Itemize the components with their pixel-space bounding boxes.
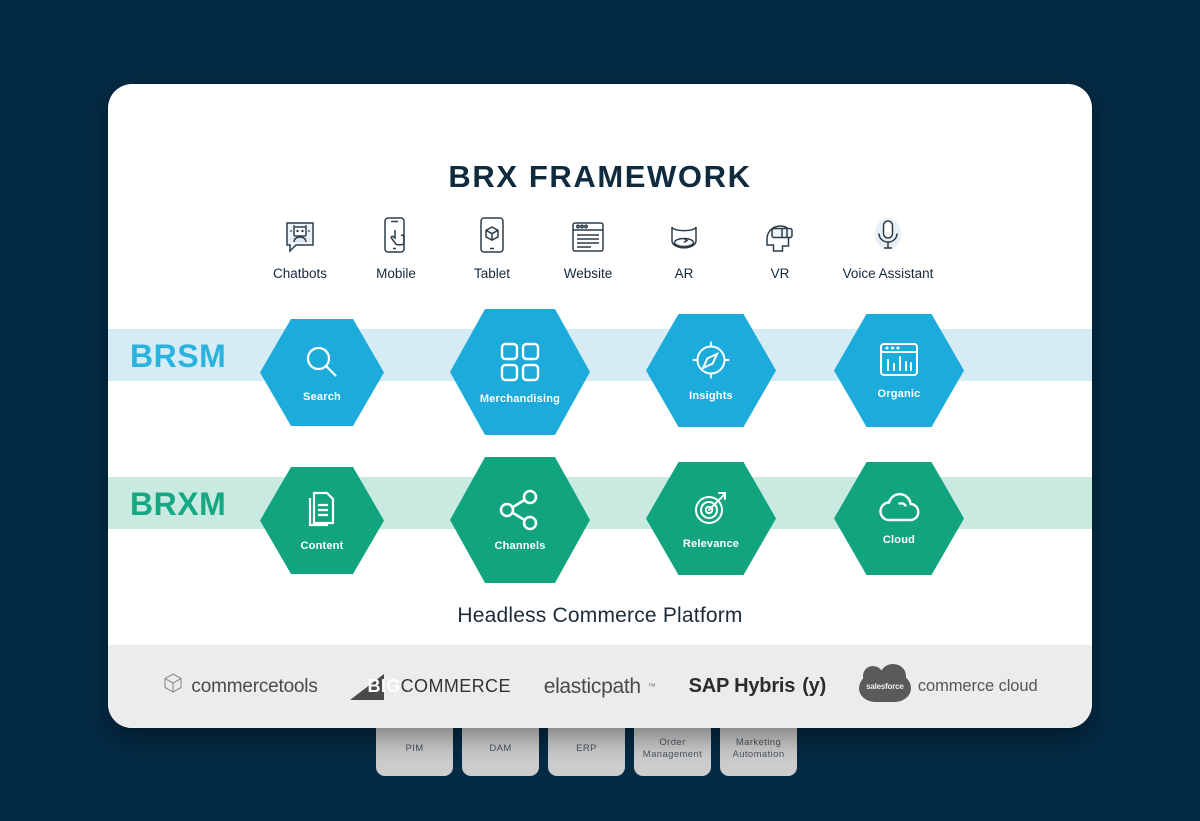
- microphone-icon: [871, 212, 905, 256]
- hex-channels[interactable]: Channels: [450, 457, 590, 583]
- channel-label: VR: [770, 266, 790, 281]
- partner-commercetools[interactable]: commercetools: [162, 672, 318, 701]
- magnifier-icon: [302, 342, 342, 387]
- grid-squares-icon: [498, 340, 542, 389]
- bottom-system-label: DAM: [489, 743, 512, 755]
- bottom-system-label: PIM: [405, 743, 424, 755]
- partner-bigcommerce[interactable]: BIGCOMMERCE: [350, 673, 510, 700]
- hex-label: Merchandising: [479, 392, 561, 405]
- share-nodes-icon: [498, 489, 542, 536]
- partner-label: SAP Hybris: [688, 675, 796, 697]
- hex-label: Insights: [689, 390, 733, 402]
- channel-item-chatbots[interactable]: Chatbots: [252, 212, 348, 281]
- partner-label: elasticpath: [543, 674, 641, 698]
- cube-outline-icon: [162, 672, 184, 701]
- compass-icon: [690, 339, 732, 386]
- channel-label: Tablet: [473, 266, 511, 281]
- channel-item-ar[interactable]: AR: [636, 212, 732, 281]
- partner-badge: salesforce: [866, 682, 904, 691]
- channel-item-voice-assistant[interactable]: Voice Assistant: [828, 212, 948, 281]
- partner-sap-hybris[interactable]: SAP Hybris (y): [688, 675, 827, 698]
- framework-card: BRX FRAMEWORK Chatbots Mobile Tablet Web…: [108, 84, 1092, 728]
- mobile-phone-tap-icon: [381, 212, 411, 256]
- hex-label: Search: [303, 391, 341, 403]
- documents-icon: [303, 489, 341, 536]
- channel-label: Voice Assistant: [842, 266, 934, 281]
- bottom-system-box[interactable]: Marketing Automation: [720, 722, 797, 776]
- partner-suffix: (y): [802, 675, 827, 697]
- trademark-mark: ™: [647, 682, 656, 691]
- tablet-cube-icon: [477, 212, 507, 256]
- hex-merchandising[interactable]: Merchandising: [450, 309, 590, 435]
- bottom-system-box[interactable]: PIM: [376, 722, 453, 776]
- partner-salesforce-commerce-cloud[interactable]: salesforce commerce cloud: [858, 663, 1038, 702]
- partner-label: commercetools: [191, 675, 318, 697]
- hex-label: Channels: [494, 539, 546, 552]
- partner-suffix: COMMERCE: [400, 676, 511, 696]
- channel-item-mobile[interactable]: Mobile: [348, 212, 444, 281]
- brxm-hex-row: Content Channels Relevance Cloud: [108, 453, 1092, 583]
- partner-logo-strip: commercetools BIGCOMMERCE elasticpath ™ …: [108, 645, 1092, 728]
- bottom-system-label: Marketing Automation: [732, 737, 785, 760]
- hex-content[interactable]: Content: [260, 467, 384, 574]
- hex-relevance[interactable]: Relevance: [646, 462, 776, 575]
- chatbot-icon: [283, 212, 317, 256]
- bottom-system-label: Order Management: [642, 737, 703, 760]
- browser-window-icon: [570, 212, 606, 256]
- partner-elasticpath[interactable]: elasticpath ™: [544, 675, 656, 699]
- target-arrow-icon: [690, 487, 732, 534]
- hex-organic[interactable]: Organic: [834, 314, 964, 427]
- augmented-reality-icon: [665, 212, 703, 256]
- channel-item-website[interactable]: Website: [540, 212, 636, 281]
- bottom-system-box[interactable]: Order Management: [634, 722, 711, 776]
- bar-chart-window-icon: [878, 341, 920, 384]
- brsm-hex-row: Search Merchandising Insights Organic: [108, 305, 1092, 435]
- hex-label: Relevance: [682, 538, 740, 550]
- bottom-system-box[interactable]: ERP: [548, 722, 625, 776]
- hex-label: Organic: [877, 388, 921, 400]
- bottom-system-box[interactable]: DAM: [462, 722, 539, 776]
- hex-label: Cloud: [882, 534, 916, 546]
- platform-subtitle: Headless Commerce Platform: [457, 604, 743, 627]
- channel-label: Mobile: [376, 266, 416, 281]
- partner-prefix: BIG: [367, 676, 401, 696]
- page-title: BRX FRAMEWORK: [448, 159, 752, 194]
- salesforce-cloud-icon: salesforce: [858, 663, 911, 702]
- hex-label: Content: [300, 540, 344, 552]
- hex-cloud[interactable]: Cloud: [834, 462, 964, 575]
- channel-item-vr[interactable]: VR: [732, 212, 828, 281]
- vr-headset-icon: [761, 212, 799, 256]
- partner-label: BIGCOMMERCE: [367, 676, 510, 697]
- hex-insights[interactable]: Insights: [646, 314, 776, 427]
- partner-label: commerce cloud: [917, 677, 1038, 695]
- cloud-icon: [876, 491, 922, 530]
- channel-row: Chatbots Mobile Tablet Website AR VR Voi…: [108, 212, 1092, 281]
- channel-label: Chatbots: [272, 266, 328, 281]
- bottom-system-label: ERP: [576, 743, 597, 755]
- diagram-stage: PIM DAM ERP Order Management Marketing A…: [0, 0, 1200, 821]
- bottom-systems-row: PIM DAM ERP Order Management Marketing A…: [376, 722, 836, 776]
- hex-search[interactable]: Search: [260, 319, 384, 426]
- channel-item-tablet[interactable]: Tablet: [444, 212, 540, 281]
- channel-label: Website: [563, 266, 613, 281]
- channel-label: AR: [674, 266, 694, 281]
